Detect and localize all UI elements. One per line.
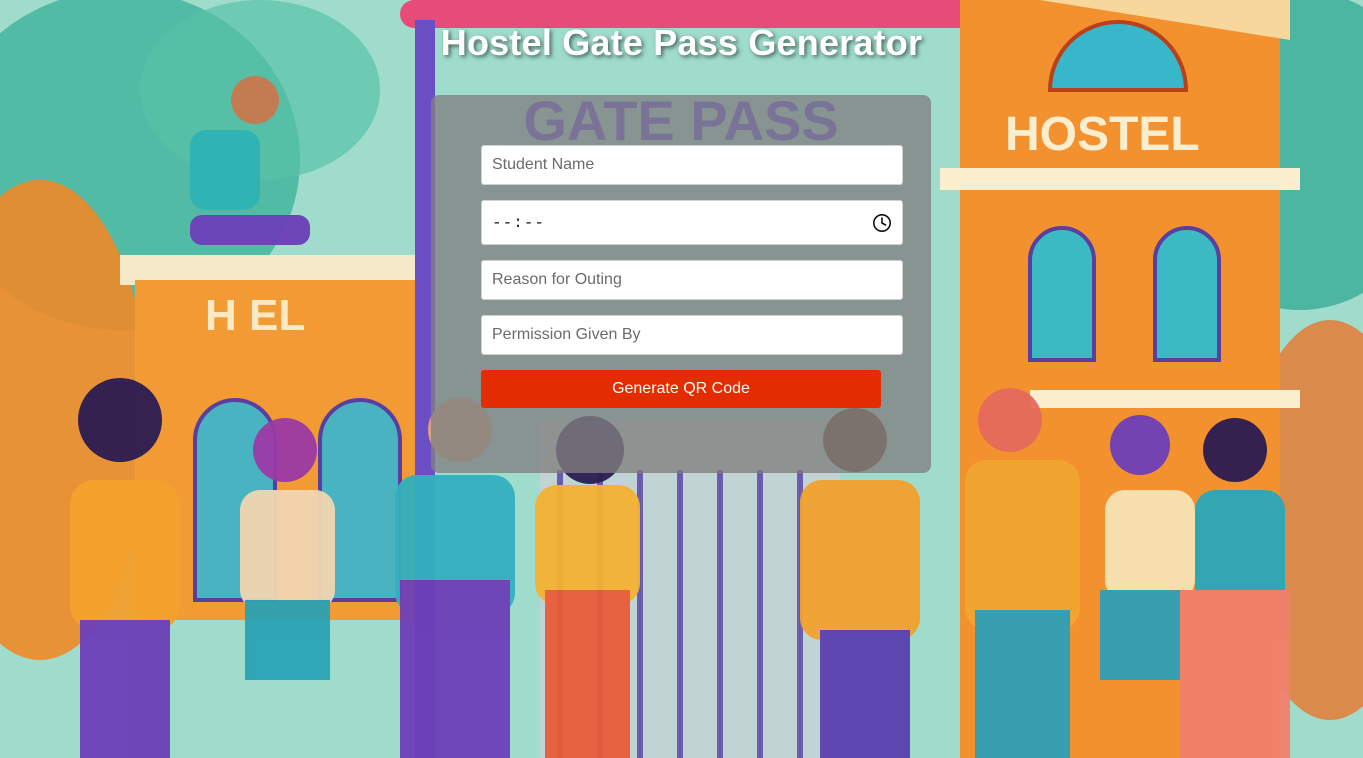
clock-icon[interactable] bbox=[872, 213, 892, 233]
time-value: --:-- bbox=[492, 213, 546, 232]
page-title: Hostel Gate Pass Generator bbox=[440, 22, 923, 63]
right-building-sign: HOSTEL bbox=[1005, 108, 1200, 161]
gate-pass-sign: GATE PASS bbox=[523, 95, 838, 152]
student-name-input[interactable] bbox=[481, 145, 903, 185]
gate-pass-form: GATE PASS --:-- Generate QR Code bbox=[431, 95, 931, 473]
generate-qr-code-button[interactable]: Generate QR Code bbox=[481, 370, 881, 408]
time-input[interactable]: --:-- bbox=[481, 200, 903, 245]
reason-for-outing-input[interactable] bbox=[481, 260, 903, 300]
page: H EL HOSTEL Hostel Gate Pass Generator G… bbox=[0, 0, 1363, 758]
left-building-sign: H EL bbox=[205, 291, 305, 340]
permission-given-by-input[interactable] bbox=[481, 315, 903, 355]
